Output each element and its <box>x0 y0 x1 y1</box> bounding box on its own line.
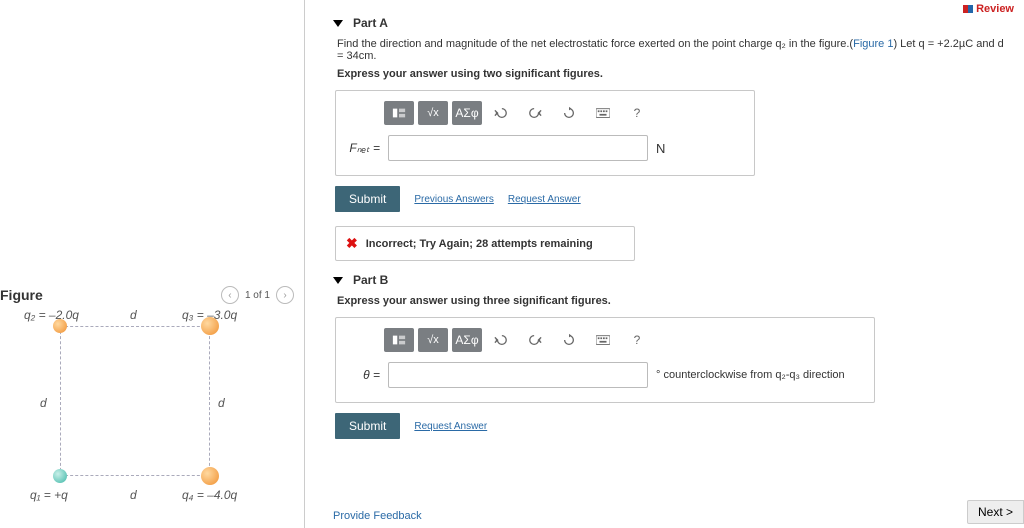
redo-icon <box>528 333 542 347</box>
undo-icon <box>494 106 508 120</box>
part-b-submit-button[interactable]: Submit <box>335 413 400 439</box>
part-a-unit: N <box>656 141 665 156</box>
charge-q4-node <box>201 467 219 485</box>
part-b-unit: ° counterclockwise from q₂-q₃ direction <box>656 369 845 381</box>
charge-q4-label: q₄ = –4.0q <box>182 488 237 502</box>
figure-diagram: q₂ = –2.0q q₃ = –3.0q q₁ = +q q₄ = –4.0q… <box>30 316 260 516</box>
caret-down-icon <box>333 277 343 284</box>
charge-q3-label: q₃ = –3.0q <box>182 308 237 322</box>
charge-q1-node <box>53 469 67 483</box>
part-b-answer-box: √x ΑΣφ ? θ = ° counterclockwise from q₂-… <box>335 317 875 403</box>
reset-icon <box>562 333 576 347</box>
provide-feedback-link[interactable]: Provide Feedback <box>333 510 422 522</box>
template-picker-button[interactable] <box>384 101 414 125</box>
keyboard-button[interactable] <box>588 328 618 352</box>
part-b-var-label: θ = <box>348 368 380 382</box>
figure-page-indicator: 1 of 1 <box>245 290 270 301</box>
review-link[interactable]: Review <box>963 3 1014 15</box>
sqrt-button[interactable]: √x <box>418 328 448 352</box>
redo-icon <box>528 106 542 120</box>
part-a-request-answer-link[interactable]: Request Answer <box>508 194 581 205</box>
part-a-feedback: ✖ Incorrect; Try Again; 28 attempts rema… <box>335 226 635 261</box>
reset-icon <box>562 106 576 120</box>
keyboard-icon <box>596 333 610 347</box>
figure-pager: ‹ 1 of 1 › <box>221 286 294 304</box>
figure-1-link[interactable]: Figure 1 <box>853 38 893 50</box>
greek-button[interactable]: ΑΣφ <box>452 328 482 352</box>
part-a-submit-button[interactable]: Submit <box>335 186 400 212</box>
part-a-title: Part A <box>353 16 388 30</box>
reset-button[interactable] <box>554 328 584 352</box>
figure-heading: Figure <box>0 287 43 303</box>
greek-button[interactable]: ΑΣφ <box>452 101 482 125</box>
next-button[interactable]: Next > <box>967 500 1024 524</box>
incorrect-icon: ✖ <box>346 235 358 252</box>
keyboard-button[interactable] <box>588 101 618 125</box>
part-a-instruction: Express your answer using two significan… <box>337 68 1004 80</box>
redo-button[interactable] <box>520 101 550 125</box>
help-button[interactable]: ? <box>622 101 652 125</box>
undo-button[interactable] <box>486 101 516 125</box>
templates-icon <box>392 106 406 120</box>
part-a-header[interactable]: Part A <box>333 16 1004 30</box>
part-b-header[interactable]: Part B <box>333 273 1004 287</box>
charge-q2-label: q₂ = –2.0q <box>24 308 79 322</box>
part-a-answer-input[interactable] <box>388 135 648 161</box>
d-left: d <box>40 396 47 410</box>
d-top: d <box>130 308 137 322</box>
figure-prev-button[interactable]: ‹ <box>221 286 239 304</box>
part-b-request-answer-link[interactable]: Request Answer <box>414 421 487 432</box>
undo-button[interactable] <box>486 328 516 352</box>
part-b-instruction: Express your answer using three signific… <box>337 295 1004 307</box>
part-b-answer-input[interactable] <box>388 362 648 388</box>
caret-down-icon <box>333 20 343 27</box>
part-a-question: Find the direction and magnitude of the … <box>337 38 1004 62</box>
charge-q1-label: q₁ = +q <box>30 488 68 502</box>
undo-icon <box>494 333 508 347</box>
figure-next-button[interactable]: › <box>276 286 294 304</box>
sqrt-button[interactable]: √x <box>418 101 448 125</box>
d-bottom: d <box>130 488 137 502</box>
part-a-previous-answers-link[interactable]: Previous Answers <box>414 194 493 205</box>
templates-icon <box>392 333 406 347</box>
flag-icon <box>963 5 973 13</box>
redo-button[interactable] <box>520 328 550 352</box>
d-right: d <box>218 396 225 410</box>
part-b-title: Part B <box>353 273 388 287</box>
help-button[interactable]: ? <box>622 328 652 352</box>
part-a-var-label: Fₙₑₜ = <box>348 141 380 155</box>
reset-button[interactable] <box>554 101 584 125</box>
part-a-answer-box: √x ΑΣφ ? Fₙₑₜ = N <box>335 90 755 176</box>
keyboard-icon <box>596 106 610 120</box>
template-picker-button[interactable] <box>384 328 414 352</box>
